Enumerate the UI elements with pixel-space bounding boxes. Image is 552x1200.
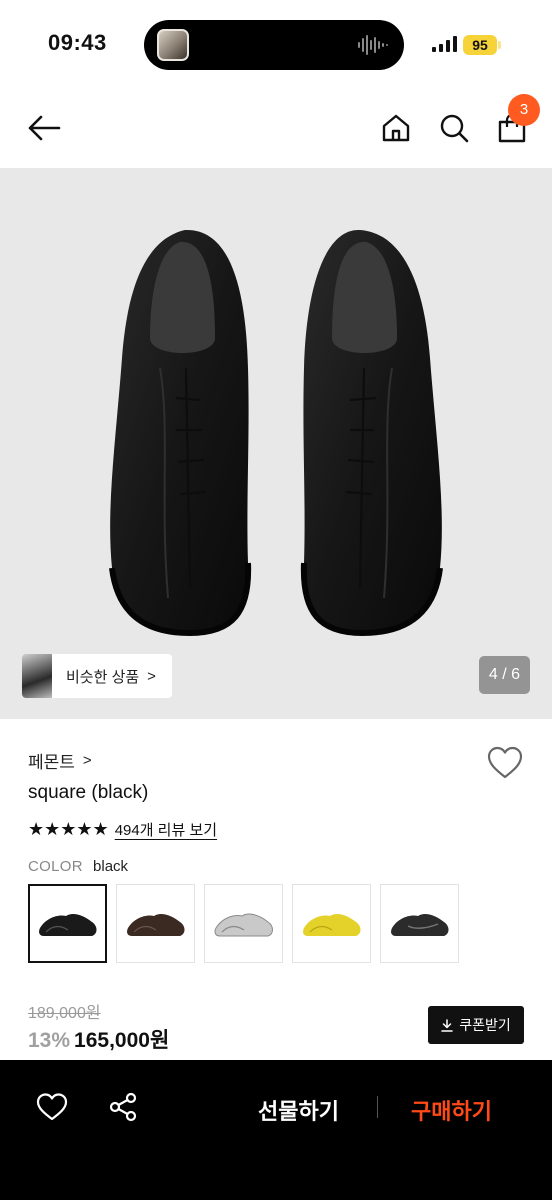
shoe-thumbnail [302, 913, 360, 936]
similar-products-button[interactable]: 비슷한 상품 > [22, 654, 172, 698]
review-link[interactable]: 494개 리뷰 보기 [115, 819, 217, 840]
price-row: 13% 165,000원 [28, 1024, 169, 1054]
chevron-right-icon: > [147, 667, 156, 685]
divider [377, 1096, 378, 1118]
dynamic-island [144, 20, 404, 70]
image-page-indicator: 4 / 6 [479, 656, 530, 694]
coupon-label: 쿠폰받기 [459, 1017, 511, 1033]
audio-wave-icon [358, 35, 388, 55]
original-price: 189,000원 [28, 1005, 101, 1022]
color-swatch-brown[interactable] [116, 884, 195, 963]
color-swatch-yellow[interactable] [292, 884, 371, 963]
bottom-action-bar: 선물하기 구매하기 [0, 1060, 552, 1200]
search-button[interactable] [434, 108, 474, 148]
selected-color-value: black [93, 858, 129, 875]
star-rating-icon: ★★★★★ [28, 819, 109, 839]
search-icon [440, 114, 469, 143]
coupon-download-button[interactable]: 쿠폰받기 [428, 1006, 524, 1044]
product-name: square (black) [28, 782, 149, 803]
shoe-thumbnail [214, 913, 273, 936]
home-button[interactable] [376, 108, 416, 148]
download-icon [441, 1018, 453, 1032]
status-time: 09:43 [48, 30, 107, 55]
home-icon [382, 114, 410, 142]
color-swatch-silver[interactable] [204, 884, 283, 963]
battery-tip [498, 41, 501, 49]
now-playing-thumbnail [157, 29, 189, 61]
right-shoe [300, 229, 443, 637]
product-image-carousel[interactable]: 비슷한 상품 > 4 / 6 [0, 168, 552, 719]
share-button[interactable] [106, 1090, 140, 1124]
shoe-thumbnail [38, 913, 96, 936]
gift-button[interactable]: 선물하기 [258, 1094, 339, 1126]
similar-products-label: 비슷한 상품 [66, 668, 140, 686]
battery-indicator: 95 [463, 35, 497, 55]
color-label: COLOR [28, 858, 83, 875]
discount-rate: 13% [28, 1029, 71, 1052]
heart-icon [36, 1093, 68, 1121]
cart-count-badge: 3 [508, 94, 540, 126]
product-image [109, 229, 443, 637]
shoe-thumbnail [126, 913, 184, 936]
chevron-right-icon: > [82, 752, 92, 769]
status-bar: 09:43 95 [0, 0, 552, 88]
top-nav [0, 88, 552, 168]
rating-row: ★★★★★ 494개 리뷰 보기 [28, 819, 217, 840]
wishlist-button[interactable] [486, 744, 524, 782]
color-label-row: COLOR black [28, 858, 128, 875]
shoe-thumbnail [390, 913, 448, 936]
signal-icon [432, 36, 457, 52]
back-arrow-icon [28, 115, 61, 141]
color-swatch-black[interactable] [28, 884, 107, 963]
color-swatches [28, 884, 459, 963]
buy-button[interactable]: 구매하기 [411, 1094, 492, 1126]
left-shoe [109, 229, 252, 637]
bottom-wishlist-button[interactable] [35, 1090, 69, 1124]
color-swatch-dark-grey[interactable] [380, 884, 459, 963]
brand-link[interactable]: 페몬트 > [28, 748, 92, 773]
back-button[interactable] [24, 108, 64, 148]
heart-icon [487, 746, 523, 779]
share-icon [109, 1092, 137, 1122]
similar-product-thumbnail [22, 654, 52, 698]
brand-name: 페몬트 [28, 753, 75, 772]
sale-price: 165,000원 [74, 1029, 170, 1052]
